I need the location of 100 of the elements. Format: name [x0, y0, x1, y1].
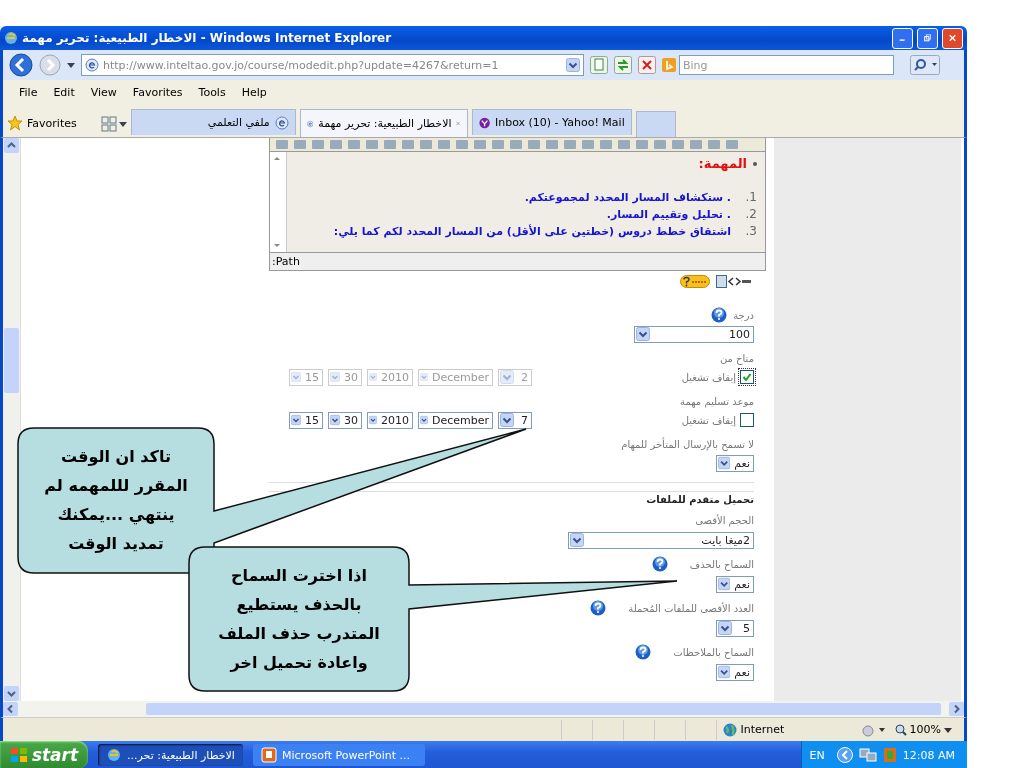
- dropdown-arrow-icon[interactable]: [67, 61, 75, 69]
- callout-text: اذا اخترت السماح بالحذف يستطيع المتدرب حذف الملف واعادة تحميل اخر: [217, 565, 381, 674]
- scroll-left-icon[interactable]: [3, 702, 18, 716]
- windows-logo-icon: [9, 747, 28, 763]
- field-label: العدد الأقصى للملفات المُحملة: [628, 602, 754, 614]
- path-label: :Path: [272, 255, 300, 268]
- globe-icon: [722, 722, 737, 737]
- browser-tab[interactable]: Inbox (10) - Yahoo! Mail: [471, 109, 632, 135]
- caret-icon: [570, 533, 584, 547]
- minimize-button[interactable]: [892, 27, 913, 49]
- date-dropdown[interactable]: 30: [328, 411, 362, 429]
- callout-text: تاكد ان الوقت المقرر لللمهمه لم ينتهي ...يمكنك تمديد الوقت: [43, 446, 189, 555]
- caret-icon: [420, 413, 428, 427]
- caret-icon: [944, 725, 952, 734]
- caret-icon: [291, 413, 301, 427]
- restore-icon: [924, 33, 931, 43]
- caret-icon: [500, 413, 514, 427]
- editor-scrollbar[interactable]: [270, 152, 287, 252]
- network-icon[interactable]: [858, 747, 877, 763]
- checkbox-label: إيقاف تشغيل: [681, 414, 736, 426]
- presentation-app-icon: [261, 747, 277, 763]
- vertical-scrollbar[interactable]: [3, 138, 21, 701]
- search-engine-logo-icon: [662, 58, 676, 72]
- field-label: متاح من: [719, 352, 754, 364]
- menu-item[interactable]: View: [82, 84, 125, 101]
- list-item-text: . ستكشاف المسار المحدد لمجموعتكم.: [524, 190, 731, 206]
- search-field[interactable]: Bing: [679, 55, 894, 75]
- compatibility-icon[interactable]: [590, 56, 608, 74]
- caret-icon: [718, 577, 731, 591]
- date-dropdown[interactable]: 15: [289, 411, 323, 429]
- search-icon[interactable]: [910, 55, 940, 75]
- html-source-icon[interactable]: [716, 275, 752, 288]
- caret-icon: [420, 370, 428, 384]
- browser-tab[interactable]: الاخطار الطبيعية: تحرير مهمة: [299, 109, 468, 137]
- scroll-down-icon[interactable]: [4, 686, 19, 701]
- list-item-text: . تحليل وتقييم المسار.: [606, 207, 731, 223]
- caret-icon: [330, 370, 340, 384]
- tab-list-arrow-icon[interactable]: [118, 120, 127, 128]
- date-dropdown[interactable]: 7: [498, 411, 532, 429]
- page-icon: [274, 115, 289, 130]
- checkbox[interactable]: [740, 370, 754, 384]
- date-dropdown[interactable]: 2010: [367, 411, 413, 429]
- address-field[interactable]: http://www.inteltao.gov.jo/course/modedit.php?update=4267&return=1: [81, 54, 584, 76]
- close-icon: [949, 33, 956, 43]
- spellcheck-icon[interactable]: [680, 275, 710, 288]
- caret-icon: [718, 665, 731, 679]
- field-label: السماح بالحذف: [689, 558, 754, 570]
- caret-icon: [369, 413, 377, 427]
- menu-item[interactable]: Help: [233, 84, 275, 101]
- browser-logo-icon: [4, 31, 18, 45]
- browser-logo-icon: [106, 747, 122, 763]
- field-label: الحجم الأقصى: [695, 514, 754, 526]
- caret-icon: [636, 327, 650, 341]
- forward-icon[interactable]: [39, 54, 61, 76]
- list-number: 1.: [744, 189, 757, 206]
- scroll-right-icon[interactable]: [949, 702, 964, 716]
- dropdown[interactable]: نعم: [716, 663, 754, 681]
- close-button[interactable]: [942, 27, 963, 49]
- horizontal-scrollbar[interactable]: [0, 701, 967, 717]
- list-number: 3.: [744, 223, 757, 240]
- restore-button[interactable]: [917, 27, 938, 49]
- stop-icon[interactable]: [638, 56, 656, 74]
- mail-icon: [478, 115, 490, 130]
- caret-icon: [330, 413, 340, 427]
- help-icon: [711, 307, 728, 323]
- dropdown[interactable]: 2ميغا بايت: [568, 531, 754, 549]
- caret-icon: [718, 621, 732, 635]
- menu-item[interactable]: Tools: [190, 84, 234, 101]
- scroll-up-icon[interactable]: [4, 138, 19, 153]
- security-zone-text: Internet: [740, 723, 785, 736]
- checkbox[interactable]: [740, 413, 754, 427]
- menu-item[interactable]: Favorites: [124, 84, 191, 101]
- menu-item[interactable]: File: [11, 84, 46, 101]
- refresh-icon[interactable]: [614, 56, 632, 74]
- checkbox-label: إيقاف تشغيل: [681, 371, 736, 383]
- start-button[interactable]: start: [0, 741, 88, 768]
- window-title: الاخطار الطبيعية: تحرير مهمة - Windows Internet Explorer: [22, 31, 393, 45]
- late-submission-dropdown[interactable]: نعم: [716, 454, 754, 472]
- checkmark-icon: [742, 372, 752, 382]
- dropdown[interactable]: نعم: [716, 575, 754, 593]
- field-label: السماح بالملاحظات: [673, 646, 754, 658]
- menu-item[interactable]: Edit: [45, 84, 83, 101]
- date-dropdown[interactable]: December: [418, 411, 493, 429]
- scrollbar-thumb[interactable]: [4, 328, 19, 393]
- favorites-button[interactable]: Favorites: [27, 116, 77, 130]
- star-icon: [7, 115, 23, 131]
- editor-heading: المهمة:: [698, 156, 747, 171]
- zoom-button[interactable]: 100%: [894, 723, 952, 736]
- browser-tab[interactable]: ملفي التعلمي: [130, 109, 296, 135]
- dropdown[interactable]: 5: [716, 619, 754, 637]
- taskbar-button[interactable]: Microsoft PowerPoint ...: [253, 744, 425, 766]
- back-icon[interactable]: [9, 53, 33, 77]
- taskbar-button[interactable]: ...الاخطار الطبيعية: تحر: [98, 744, 243, 766]
- field-label: موعد تسليم مهمة: [680, 395, 754, 407]
- page-icon: [85, 58, 99, 72]
- grade-dropdown[interactable]: 100: [634, 325, 754, 343]
- field-label: درجة: [733, 309, 754, 321]
- url-text: http://www.inteltao.gov.jo/course/modedit.php?update=4267&return=1: [103, 58, 500, 72]
- field-label: لا تسمح بالإرسال المتأخر للمهام: [621, 438, 754, 450]
- list-number: 2.: [744, 206, 757, 223]
